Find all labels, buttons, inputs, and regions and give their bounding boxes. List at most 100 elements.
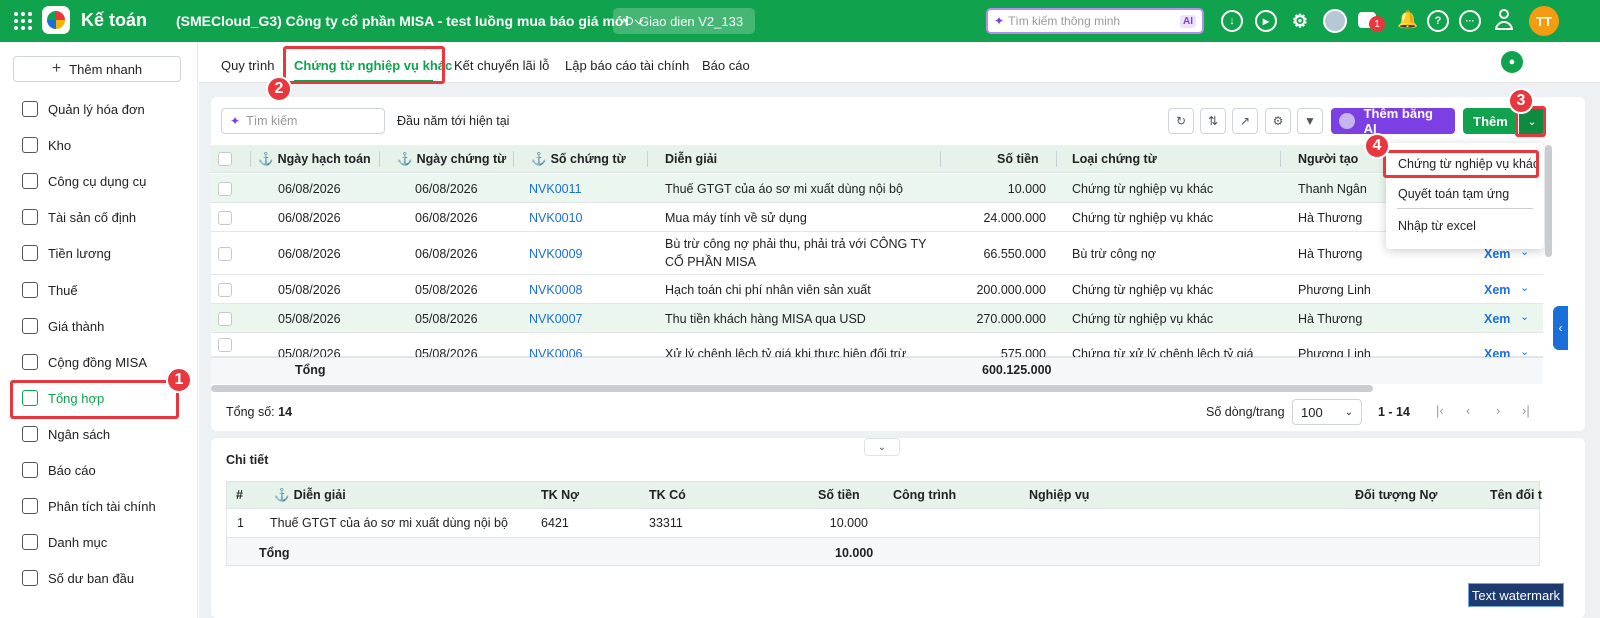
user-outline-icon[interactable] — [1494, 9, 1514, 33]
column-divider[interactable] — [513, 151, 514, 167]
view-link[interactable]: Xem — [1484, 312, 1510, 326]
add-button[interactable]: Thêm — [1463, 108, 1518, 134]
column-header-1[interactable]: ⚓ Ngày chứng từ — [397, 152, 506, 167]
row-checkbox[interactable] — [218, 282, 232, 297]
column-header-5[interactable]: Loại chứng từ — [1072, 152, 1157, 166]
last-page-icon[interactable]: ›| — [1522, 403, 1530, 418]
more-icon[interactable]: ··· — [1459, 10, 1481, 32]
sidebar-item-11[interactable]: Phân tích tài chính — [22, 494, 156, 518]
sidebar-item-1[interactable]: Kho — [22, 133, 71, 157]
accounting-date: 05/08/2026 — [278, 311, 341, 326]
voucher-type: Chứng từ nghiệp vụ khác — [1072, 210, 1214, 225]
ai-avatar-icon — [1339, 113, 1355, 129]
detail-column-header-5[interactable]: Công trình — [893, 488, 956, 502]
voucher-number-link[interactable]: NVK0008 — [529, 283, 583, 297]
vertical-scrollbar[interactable] — [1545, 145, 1552, 257]
column-divider[interactable] — [1056, 151, 1057, 167]
column-divider[interactable] — [647, 151, 648, 167]
detail-column-header-0[interactable]: # — [236, 488, 243, 502]
sidebar-item-12[interactable]: Danh mục — [22, 530, 107, 554]
route-icon[interactable]: ⇅ — [1200, 108, 1226, 134]
chevron-down-icon[interactable]: ⌄ — [1520, 310, 1529, 323]
column-header-2[interactable]: ⚓ Số chứng từ — [531, 152, 626, 167]
sidebar-item-0[interactable]: Quản lý hóa đơn — [22, 97, 145, 121]
sidebar-item-5[interactable]: Thuế — [22, 278, 78, 302]
period-filter[interactable]: Đầu năm tới hiện tại — [397, 114, 509, 128]
help-icon[interactable]: ? — [1427, 10, 1449, 32]
sidebar-item-9[interactable]: Ngân sách — [22, 422, 110, 446]
detail-column-header-3[interactable]: TK Có — [649, 488, 686, 502]
detail-column-header-2[interactable]: TK Nợ — [541, 488, 579, 502]
detail-column-header-8[interactable]: Tên đối t — [1490, 488, 1542, 502]
detail-column-header-7[interactable]: Đối tượng Nợ — [1355, 488, 1437, 502]
column-header-label: Ngày chứng từ — [416, 152, 507, 166]
voucher-number-link[interactable]: NVK0009 — [529, 247, 583, 261]
detail-column-header-4[interactable]: Số tiền — [818, 488, 860, 502]
ai-add-button[interactable]: Thêm bằng AI — [1331, 106, 1455, 136]
column-header-6[interactable]: Người tạo — [1298, 152, 1358, 166]
column-divider[interactable] — [250, 151, 251, 167]
settings-icon[interactable]: ⚙ — [1265, 108, 1291, 134]
row-checkbox[interactable] — [218, 246, 232, 261]
version-chip[interactable]: Giao dien V2_133 — [613, 8, 756, 34]
sidebar-item-7[interactable]: Cộng đồng MISA — [22, 350, 147, 374]
rows-per-page-select[interactable]: 100 ⌄ — [1292, 399, 1362, 425]
row-checkbox[interactable] — [218, 181, 232, 196]
column-divider[interactable] — [1280, 151, 1281, 167]
sidebar-item-2[interactable]: Công cụ dụng cụ — [22, 169, 146, 193]
quick-add-button[interactable]: + Thêm nhanh — [13, 56, 181, 82]
smart-search-box[interactable]: ✦ Tìm kiếm thông minh AI — [986, 8, 1204, 34]
column-header-0[interactable]: ⚓ Ngày hạch toán — [258, 152, 371, 167]
lightbulb-icon[interactable]: ● — [1501, 51, 1523, 73]
chevron-down-icon[interactable]: ⌄ — [1520, 281, 1529, 294]
download-icon[interactable]: ↓ — [1221, 10, 1243, 32]
refresh-icon[interactable]: ↻ — [1168, 108, 1194, 134]
play-icon[interactable]: ▶ — [1255, 10, 1277, 32]
detail-column-header-1[interactable]: ⚓ Diễn giải — [274, 488, 346, 503]
tab-ket-chuyen-lai-lo[interactable]: Kết chuyển lãi lỗ — [454, 58, 549, 73]
side-panel-toggle[interactable]: ‹ — [1553, 306, 1568, 350]
sidebar-item-3[interactable]: Tài sản cố định — [22, 205, 136, 229]
ai-add-label: Thêm bằng AI — [1363, 106, 1433, 136]
row-checkbox[interactable] — [218, 311, 232, 326]
tab-quy-trinh[interactable]: Quy trình — [221, 58, 274, 73]
column-header-4[interactable]: Số tiền — [997, 152, 1039, 166]
pin-icon[interactable]: ⚓ — [531, 152, 547, 166]
detail-column-header-6[interactable]: Nghiệp vụ — [1029, 488, 1089, 502]
sidebar-item-10[interactable]: Báo cáo — [22, 458, 96, 482]
first-page-icon[interactable]: |‹ — [1436, 403, 1444, 418]
sidebar-item-6[interactable]: Giá thành — [22, 314, 104, 338]
column-divider[interactable] — [379, 151, 380, 167]
view-link[interactable]: Xem — [1484, 283, 1510, 297]
bell-icon[interactable]: 🔔 — [1397, 10, 1418, 30]
sidebar-item-13[interactable]: Số dư ban đầu — [22, 566, 134, 590]
pin-icon[interactable]: ⚓ — [258, 152, 274, 166]
column-header-3[interactable]: Diễn giải — [665, 152, 717, 166]
user-photo-avatar[interactable] — [1323, 9, 1347, 33]
tab-bao-cao[interactable]: Báo cáo — [702, 58, 750, 73]
menu-item-quyet-toan-tam-ung[interactable]: Quyết toán tạm ứng — [1398, 187, 1509, 201]
collapse-handle[interactable]: ⌄ — [864, 438, 900, 456]
row-checkbox[interactable] — [218, 338, 232, 352]
voucher-number-link[interactable]: NVK0010 — [529, 211, 583, 225]
prev-page-icon[interactable]: ‹ — [1466, 403, 1470, 418]
pin-icon[interactable]: ⚓ — [274, 488, 290, 502]
search-box[interactable]: ✦ Tìm kiếm — [221, 108, 385, 134]
menu-item-nhap-tu-excel[interactable]: Nhập từ excel — [1398, 219, 1476, 233]
next-page-icon[interactable]: › — [1496, 403, 1500, 418]
export-icon[interactable]: ↗ — [1232, 108, 1258, 134]
pin-icon[interactable]: ⚓ — [397, 152, 413, 166]
voucher-number-link[interactable]: NVK0011 — [529, 182, 582, 196]
horizontal-scrollbar[interactable] — [211, 385, 1373, 392]
row-checkbox[interactable] — [218, 210, 232, 225]
select-all-checkbox[interactable] — [218, 152, 232, 166]
column-divider[interactable] — [940, 151, 941, 167]
avatar[interactable]: TT — [1529, 6, 1559, 36]
tab-lap-bao-cao-tai-chinh[interactable]: Lập báo cáo tài chính — [565, 58, 689, 73]
apps-grid-icon[interactable] — [14, 12, 32, 30]
filter-icon[interactable]: ▼ — [1297, 108, 1323, 134]
gear-icon[interactable]: ⚙ — [1289, 10, 1311, 32]
voucher-number-link[interactable]: NVK0007 — [529, 312, 583, 326]
sidebar-item-4[interactable]: Tiền lương — [22, 241, 111, 265]
company-selector[interactable]: (SMECloud_G3) Công ty cổ phần MISA - tes… — [176, 13, 643, 29]
